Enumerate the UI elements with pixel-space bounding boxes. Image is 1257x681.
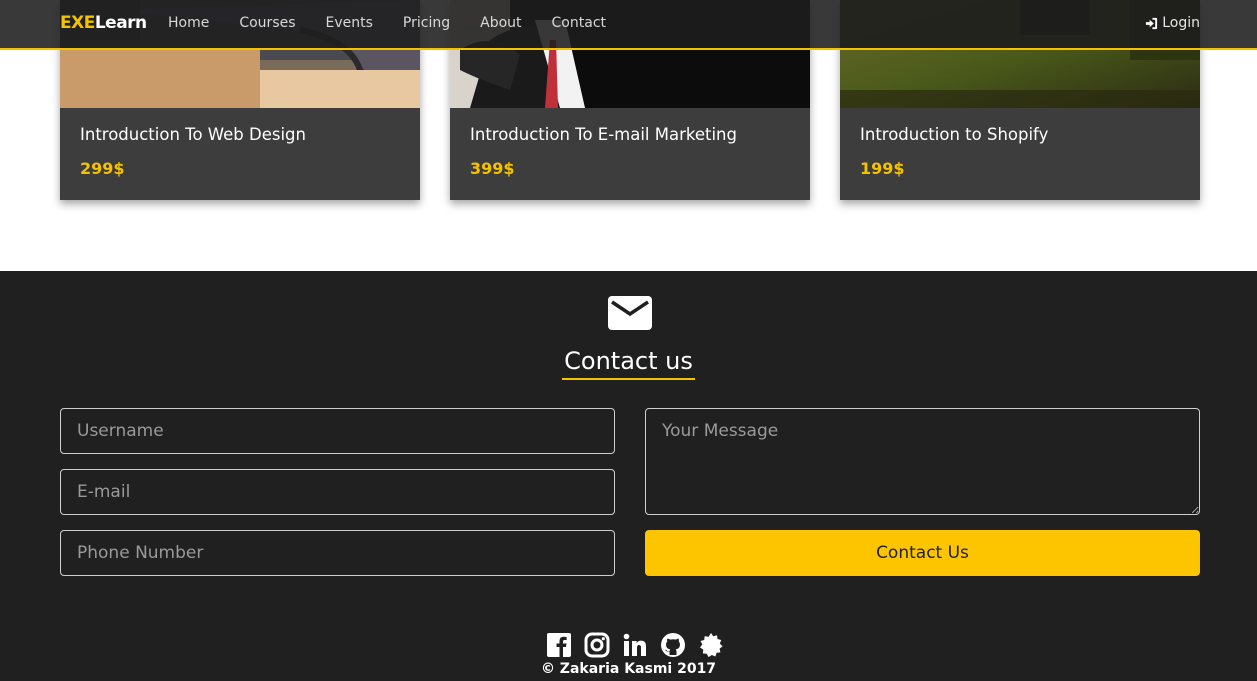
badge-icon[interactable] (698, 632, 724, 658)
instagram-icon[interactable] (584, 632, 610, 658)
username-input[interactable] (60, 408, 615, 454)
envelope-icon (608, 296, 652, 330)
login-link[interactable]: Login (1145, 15, 1200, 31)
course-title[interactable]: Introduction To E-mail Marketing (470, 125, 737, 144)
facebook-icon[interactable] (546, 632, 572, 658)
course-title[interactable]: Introduction to Shopify (860, 125, 1048, 144)
message-textarea[interactable] (645, 408, 1200, 515)
phone-input[interactable] (60, 530, 615, 576)
github-icon[interactable] (660, 632, 686, 658)
course-title[interactable]: Introduction To Web Design (80, 125, 306, 144)
nav-link-home[interactable]: Home (168, 15, 209, 31)
brand-part-learn: Learn (94, 13, 147, 33)
navbar: EXELearn Home Courses Events Pricing Abo… (0, 0, 1257, 50)
email-input[interactable] (60, 469, 615, 515)
social-links (546, 632, 736, 658)
brand-logo[interactable]: EXELearn (60, 13, 147, 33)
contact-title: Contact us (562, 345, 695, 380)
copyright-text: © Zakaria Kasmi 2017 (540, 661, 717, 677)
sign-in-icon (1146, 17, 1158, 29)
login-label: Login (1162, 15, 1200, 31)
contact-us-button[interactable]: Contact Us (645, 530, 1200, 576)
nav-link-contact[interactable]: Contact (552, 15, 606, 31)
course-price: 199$ (860, 159, 905, 178)
linkedin-icon[interactable] (622, 632, 648, 658)
nav-links: Home Courses Events Pricing About Contac… (168, 15, 636, 31)
contact-title-wrap: Contact us (0, 345, 1257, 380)
contact-section: Contact us Contact Us (0, 271, 1257, 681)
nav-link-events[interactable]: Events (326, 15, 373, 31)
brand-part-exe: EXE (60, 13, 95, 33)
nav-link-about[interactable]: About (480, 15, 521, 31)
course-price: 399$ (470, 159, 515, 178)
nav-link-pricing[interactable]: Pricing (403, 15, 450, 31)
course-price: 299$ (80, 159, 125, 178)
nav-link-courses[interactable]: Courses (239, 15, 295, 31)
